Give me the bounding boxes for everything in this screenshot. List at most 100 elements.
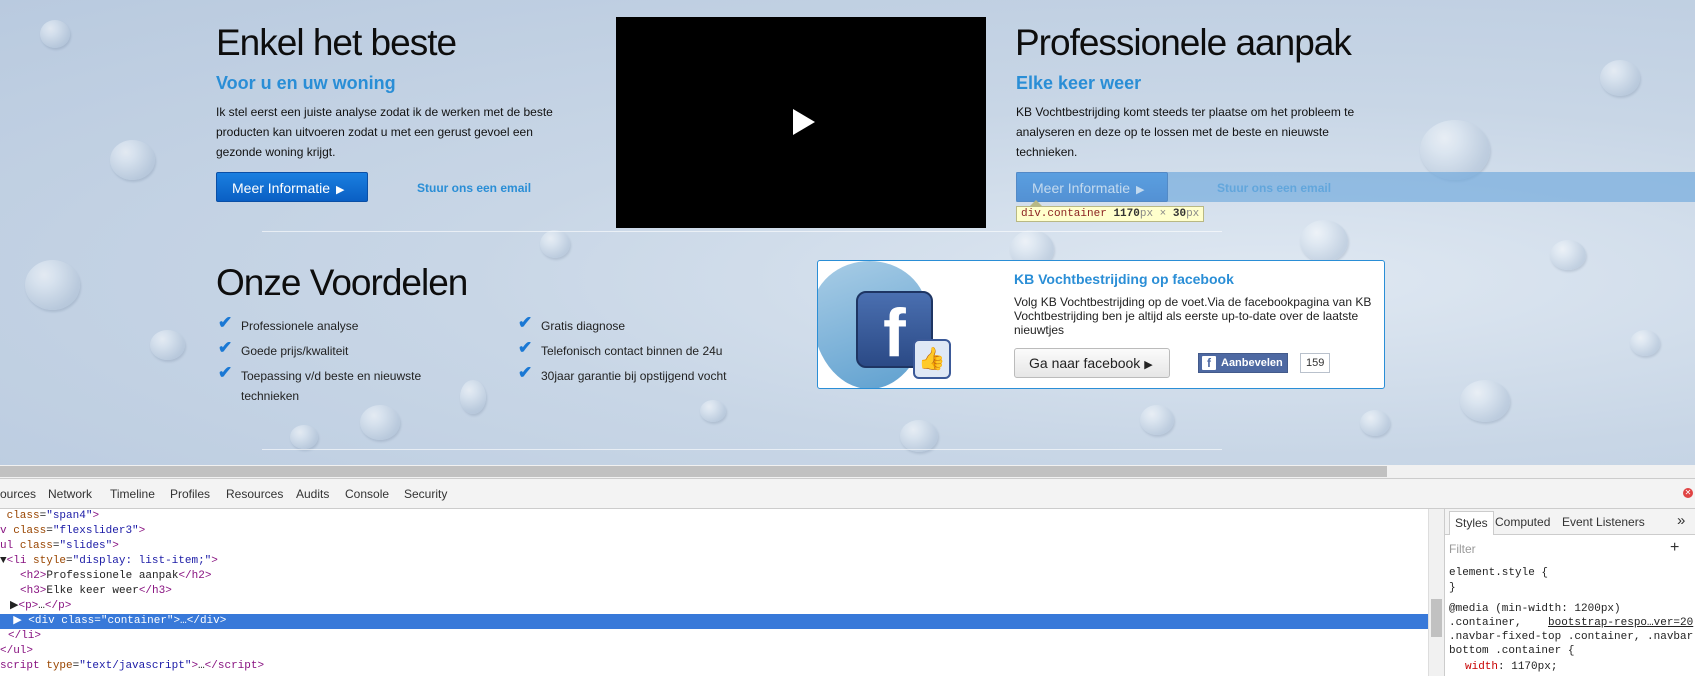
tooltip-height: 30	[1172, 208, 1187, 220]
dom-node[interactable]: v class="flexslider3">	[0, 524, 145, 539]
facebook-text: Volg KB Vochtbestrijding op de voet.Via …	[1014, 295, 1372, 337]
dom-node[interactable]: ▶<p>…</p>	[10, 599, 71, 614]
right-text: KB Vochtbestrijding komt steeds ter plaa…	[1016, 105, 1355, 159]
right-subtitle: Elke keer weer	[1016, 73, 1142, 93]
tab-computed[interactable]: Computed	[1495, 515, 1550, 529]
right-title: Professionele aanpak	[1015, 22, 1352, 63]
water-drop	[540, 230, 570, 258]
benefit-item: Goede prijs/kwaliteit	[241, 344, 349, 358]
water-drop	[360, 405, 400, 440]
styles-pane: Styles Computed Event Listeners » Filter…	[1444, 509, 1695, 676]
check-icon: ✔	[218, 313, 233, 332]
water-drop	[1630, 330, 1660, 356]
left-email-link[interactable]: Stuur ons een email	[417, 181, 531, 195]
facebook-f-icon: f	[1202, 356, 1216, 370]
dom-node[interactable]: <h2>Professionele aanpak</h2>	[20, 569, 211, 584]
water-drop	[110, 140, 155, 180]
dom-node[interactable]: script type="text/javascript">…</script>	[0, 659, 264, 674]
water-drop	[700, 400, 726, 422]
water-drop	[1300, 220, 1348, 262]
right-more-info-button[interactable]: Meer Informatie ▶	[1016, 172, 1168, 202]
play-triangle-icon: ▶	[336, 184, 345, 196]
tab-sources[interactable]: ources	[0, 487, 36, 501]
left-text: Ik stel eerst een juiste analyse zodat i…	[216, 105, 553, 159]
rule-close: }	[1449, 582, 1456, 594]
tab-profiles[interactable]: Profiles	[170, 487, 210, 501]
play-triangle-icon: ▶	[1136, 184, 1145, 196]
left-title: Enkel het beste	[216, 22, 457, 63]
dom-node[interactable]: </ul>	[0, 644, 33, 659]
scrollbar-thumb[interactable]	[0, 466, 1387, 477]
tab-security[interactable]: Security	[404, 487, 447, 501]
horizontal-scrollbar[interactable]	[0, 465, 1695, 478]
water-drop	[900, 420, 938, 452]
add-rule-icon[interactable]: +	[1670, 539, 1679, 557]
tab-network[interactable]: Network	[48, 487, 92, 501]
water-drop	[150, 330, 185, 360]
more-tabs-icon[interactable]: »	[1677, 512, 1685, 529]
dom-node[interactable]: class="span4">	[0, 509, 99, 524]
benefit-item: Gratis diagnose	[541, 319, 626, 333]
rule-selector: .navbar-fixed-top .container, .navbar-	[1449, 631, 1695, 643]
video-player[interactable]	[616, 17, 986, 228]
styles-filter-input[interactable]: Filter	[1449, 542, 1476, 556]
water-drop	[1550, 240, 1586, 270]
left-subtitle: Voor u en uw woning	[216, 73, 396, 93]
thumbs-up-icon: 👍	[913, 339, 951, 379]
property-name: width	[1465, 661, 1499, 673]
tab-audits[interactable]: Audits	[296, 487, 329, 501]
benefit-item: Toepassing v/d beste en nieuwste technie…	[241, 369, 422, 403]
website-viewport: Enkel het beste Voor u en uw woning Ik s…	[0, 0, 1695, 465]
button-label: Meer Informatie	[232, 180, 331, 196]
facebook-box: f 👍 KB Vochtbestrijding op facebook Volg…	[817, 260, 1385, 389]
divider	[262, 449, 1222, 450]
close-icon[interactable]: ✕	[1683, 488, 1693, 498]
water-drop	[1360, 410, 1390, 436]
water-drop	[1420, 120, 1490, 180]
tab-timeline[interactable]: Timeline	[110, 487, 155, 501]
tooltip-tag: div.container	[1021, 208, 1107, 220]
benefit-item: Professionele analyse	[241, 319, 359, 333]
play-icon[interactable]	[793, 109, 815, 135]
water-drop	[460, 380, 486, 414]
facebook-like-button[interactable]: f Aanbevelen	[1198, 353, 1288, 373]
water-drop	[1600, 60, 1640, 96]
devtools-panel: ources Network Timeline Profiles Resourc…	[0, 478, 1695, 676]
check-icon: ✔	[218, 338, 233, 357]
right-email-link[interactable]: Stuur ons een email	[1217, 181, 1331, 195]
tab-console[interactable]: Console	[345, 487, 389, 501]
check-icon: ✔	[218, 363, 233, 382]
css-property[interactable]: width: 1170px;	[1465, 660, 1557, 674]
dom-node[interactable]: <h3>Elke keer weer</h3>	[20, 584, 172, 599]
water-drop	[40, 20, 70, 48]
rule-selector: .container,	[1449, 617, 1522, 629]
tooltip-unit: px	[1186, 208, 1200, 220]
property-value: 1170px;	[1511, 661, 1558, 673]
tab-resources[interactable]: Resources	[226, 487, 283, 501]
dom-node[interactable]: ul class="slides">	[0, 539, 119, 554]
element-style-rule: element.style {	[1449, 567, 1549, 579]
inspector-tooltip: div.container 1170px × 30px	[1016, 206, 1205, 222]
dom-node-selected[interactable]: ▶ <div class="container">…</div>	[0, 614, 1428, 629]
dom-node[interactable]: </li>	[8, 629, 41, 644]
left-more-info-button[interactable]: Meer Informatie ▶	[216, 172, 368, 202]
check-icon: ✔	[518, 363, 533, 382]
water-drop	[1140, 405, 1174, 435]
dom-scrollbar[interactable]	[1428, 509, 1444, 676]
check-icon: ✔	[518, 338, 533, 357]
scrollbar-thumb[interactable]	[1431, 599, 1442, 637]
facebook-button[interactable]: Ga naar facebook ▶	[1014, 348, 1170, 378]
water-drop	[290, 425, 318, 449]
tab-event-listeners[interactable]: Event Listeners	[1562, 515, 1645, 529]
benefit-item: 30jaar garantie bij opstijgend vocht	[541, 369, 727, 383]
tab-styles[interactable]: Styles	[1449, 511, 1494, 535]
rule-selector: bottom .container {	[1449, 645, 1575, 657]
divider	[262, 231, 1222, 232]
media-query: @media (min-width: 1200px)	[1449, 603, 1621, 615]
stylesheet-source-link[interactable]: bootstrap-respo…ver=20	[1548, 616, 1693, 630]
facebook-button-label: Ga naar facebook	[1029, 355, 1141, 371]
tooltip-width: 1170	[1113, 208, 1140, 220]
voordelen-title: Onze Voordelen	[216, 262, 468, 303]
dom-node[interactable]: ▼<li style="display: list-item;">	[0, 554, 218, 569]
facebook-title: KB Vochtbestrijding op facebook	[1014, 271, 1234, 287]
